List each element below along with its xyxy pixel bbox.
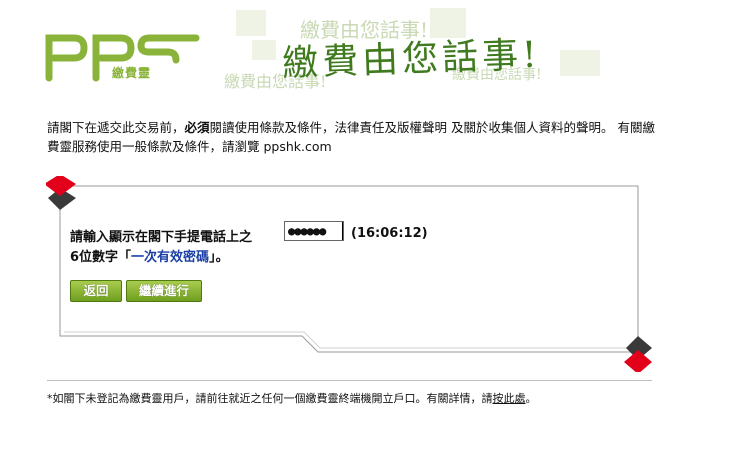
logo-subtitle: 繳費靈 xyxy=(112,66,152,80)
otp-password-field[interactable]: ●●●●●● xyxy=(284,221,344,241)
banner-pattern xyxy=(236,10,266,36)
pps-logo: 繳費靈 xyxy=(44,26,204,82)
otp-label-suffix: 」。 xyxy=(209,250,229,265)
notice-bold: 必須 xyxy=(184,120,210,135)
terms-notice: 請閣下在遞交此交易前，必須閱讀使用條款及條件，法律責任及版權聲明 及關於收集個人… xyxy=(47,118,667,156)
slogan: 繳費由您話事! xyxy=(281,34,542,85)
otp-label-prefix: 6位數字「 xyxy=(70,250,132,265)
banner-pattern xyxy=(252,40,276,60)
back-button[interactable]: 返回 xyxy=(70,280,122,302)
banner-pattern xyxy=(560,50,600,76)
registration-note: *如閣下未登記為繳費靈用戶，請前往就近之任何一個繳費靈終端機開立戶口。有關詳情，… xyxy=(47,390,707,406)
continue-button[interactable]: 繼續進行 xyxy=(126,280,202,302)
text-cursor xyxy=(342,222,343,240)
corner-red-diamond xyxy=(624,350,652,372)
otp-instruction: 請輸入顯示在閣下手提電話上之 6位數字「一次有效密碼」。 xyxy=(70,228,290,268)
note-text: 。 xyxy=(525,392,537,405)
otp-label-line1: 請輸入顯示在閣下手提電話上之 xyxy=(70,230,253,245)
header: 繳費靈 繳費由您話事! 繳費由您話事! 繳費由您話事! 繳費由您話事! xyxy=(0,0,738,100)
note-text: *如閣下未登記為繳費靈用戶，請前往就近之任何一個繳費靈終端機開立戶口。有關詳情，… xyxy=(47,392,493,405)
otp-label-link: 一次有效密碼 xyxy=(131,250,210,265)
otp-panel: 請輸入顯示在閣下手提電話上之 6位數字「一次有效密碼」。 ●●●●●● (16:… xyxy=(46,176,658,372)
panel-frame xyxy=(46,176,652,372)
otp-timer: (16:06:12) xyxy=(351,226,428,241)
notice-text: 請閣下在遞交此交易前， xyxy=(47,120,185,135)
footer-divider xyxy=(47,380,652,381)
click-here-link[interactable]: 按此處 xyxy=(493,392,526,405)
